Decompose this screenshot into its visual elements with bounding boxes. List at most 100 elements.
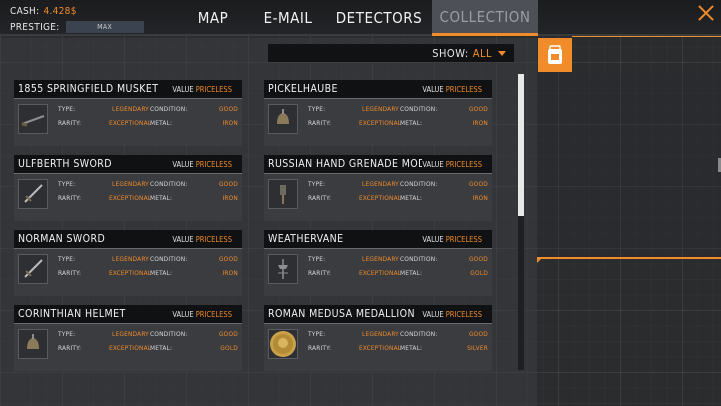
item-rarity: EXCEPTIONAL — [359, 344, 402, 352]
item-thumbnail[interactable] — [18, 254, 48, 284]
collection-card[interactable]: 1855 SPRINGFIELD MUSKET VALUE PRICELESS … — [14, 80, 242, 146]
value-label: VALUE — [422, 159, 444, 169]
item-value: PRICELESS — [445, 84, 482, 94]
value-label: VALUE — [172, 159, 194, 169]
tab-detectors[interactable]: DETECTORS — [326, 0, 432, 36]
type-label: TYPE: — [308, 105, 326, 113]
tab-collection[interactable]: COLLECTION — [432, 0, 538, 36]
item-type: LEGENDARY — [362, 330, 399, 338]
item-metal: IRON — [222, 119, 238, 127]
item-rarity: EXCEPTIONAL — [359, 194, 402, 202]
item-name: RUSSIAN HAND GRENADE MODEL 1912 — [268, 158, 423, 170]
item-metal: IRON — [222, 194, 238, 202]
item-value: PRICELESS — [195, 234, 232, 244]
sword-icon — [20, 256, 46, 282]
card-title-bar: NORMAN SWORD VALUE PRICELESS — [14, 230, 242, 248]
value-label: VALUE — [172, 84, 194, 94]
value-label: VALUE — [422, 234, 444, 244]
item-type: LEGENDARY — [112, 105, 149, 113]
item-rarity: EXCEPTIONAL — [109, 344, 152, 352]
metal-label: METAL: — [150, 269, 173, 277]
backpack-button[interactable] — [538, 38, 572, 72]
collection-card[interactable]: ULFBERTH SWORD VALUE PRICELESS TYPE: LEG… — [14, 155, 242, 221]
collection-card[interactable]: RUSSIAN HAND GRENADE MODEL 1912 VALUE PR… — [264, 155, 492, 221]
item-condition: GOOD — [468, 330, 488, 338]
cash-value: 4.428$ — [43, 5, 77, 17]
item-value: PRICELESS — [195, 84, 232, 94]
helmet-icon — [20, 331, 46, 357]
item-name: PICKELHAUBE — [268, 83, 338, 95]
rarity-label: RARITY: — [58, 344, 82, 352]
value-label: VALUE — [172, 234, 194, 244]
type-label: TYPE: — [308, 180, 326, 188]
card-title-bar: ULFBERTH SWORD VALUE PRICELESS — [14, 155, 242, 173]
item-value: PRICELESS — [445, 309, 482, 319]
item-thumbnail[interactable] — [268, 254, 298, 284]
rarity-label: RARITY: — [58, 269, 82, 277]
value-label: VALUE — [422, 84, 444, 94]
medallion-icon — [269, 330, 297, 358]
item-thumbnail[interactable] — [18, 104, 48, 134]
item-condition: GOOD — [468, 180, 488, 188]
prestige-label: PRESTIGE: — [10, 21, 60, 33]
item-thumbnail[interactable] — [268, 104, 298, 134]
item-value: PRICELESS — [445, 234, 482, 244]
show-filter-value: ALL — [472, 46, 492, 60]
title-underline — [14, 173, 242, 174]
metal-label: METAL: — [400, 194, 423, 202]
item-rarity: EXCEPTIONAL — [359, 269, 402, 277]
type-label: TYPE: — [308, 330, 326, 338]
card-title-bar: 1855 SPRINGFIELD MUSKET VALUE PRICELESS — [14, 80, 242, 98]
card-title-bar: PICKELHAUBE VALUE PRICELESS — [264, 80, 492, 98]
value-label: VALUE — [172, 309, 194, 319]
item-type: LEGENDARY — [112, 180, 149, 188]
condition-label: CONDITION: — [400, 180, 438, 188]
item-metal: IRON — [472, 194, 488, 202]
condition-label: CONDITION: — [150, 180, 188, 188]
item-name: ROMAN MEDUSA MEDALLION — [268, 308, 415, 320]
sword-icon — [20, 181, 46, 207]
item-type: LEGENDARY — [362, 105, 399, 113]
rarity-label: RARITY: — [58, 119, 82, 127]
collection-card[interactable]: PICKELHAUBE VALUE PRICELESS TYPE: LEGEND… — [264, 80, 492, 146]
condition-label: CONDITION: — [400, 105, 438, 113]
metal-label: METAL: — [400, 269, 423, 277]
weathervane-icon — [270, 256, 296, 282]
card-title-bar: WEATHERVANE VALUE PRICELESS — [264, 230, 492, 248]
item-thumbnail[interactable] — [268, 179, 298, 209]
rarity-label: RARITY: — [308, 344, 332, 352]
condition-label: CONDITION: — [400, 255, 438, 263]
close-icon[interactable] — [697, 4, 715, 22]
condition-label: CONDITION: — [150, 105, 188, 113]
item-thumbnail[interactable] — [18, 179, 48, 209]
item-type: LEGENDARY — [112, 330, 149, 338]
collection-card[interactable]: CORINTHIAN HELMET VALUE PRICELESS TYPE: … — [14, 305, 242, 371]
type-label: TYPE: — [58, 330, 76, 338]
item-condition: GOOD — [218, 330, 238, 338]
rarity-label: RARITY: — [58, 194, 82, 202]
metal-label: METAL: — [150, 119, 173, 127]
item-rarity: EXCEPTIONAL — [109, 119, 152, 127]
item-thumbnail[interactable] — [268, 329, 298, 359]
collection-card[interactable]: ROMAN MEDUSA MEDALLION VALUE PRICELESS T… — [264, 305, 492, 371]
metal-label: METAL: — [150, 194, 173, 202]
item-name: ULFBERTH SWORD — [18, 158, 112, 170]
collection-card[interactable]: WEATHERVANE VALUE PRICELESS TYPE: LEGEND… — [264, 230, 492, 296]
rarity-label: RARITY: — [308, 194, 332, 202]
item-name: CORINTHIAN HELMET — [18, 308, 126, 320]
show-filter[interactable]: SHOW: ALL — [268, 44, 514, 62]
title-underline — [14, 323, 242, 324]
tab-map[interactable]: MAP — [176, 0, 250, 36]
item-condition: GOOD — [218, 255, 238, 263]
card-title-bar: ROMAN MEDUSA MEDALLION VALUE PRICELESS — [264, 305, 492, 323]
collection-card[interactable]: NORMAN SWORD VALUE PRICELESS TYPE: LEGEN… — [14, 230, 242, 296]
tab-email[interactable]: E-MAIL — [250, 0, 326, 36]
value-label: VALUE — [422, 309, 444, 319]
item-metal: GOLD — [470, 269, 488, 277]
item-name: NORMAN SWORD — [18, 233, 106, 245]
item-thumbnail[interactable] — [18, 329, 48, 359]
accent-line — [572, 36, 721, 37]
item-type: LEGENDARY — [362, 255, 399, 263]
scrollbar-thumb[interactable] — [518, 74, 524, 216]
item-detail-pane — [538, 72, 721, 257]
